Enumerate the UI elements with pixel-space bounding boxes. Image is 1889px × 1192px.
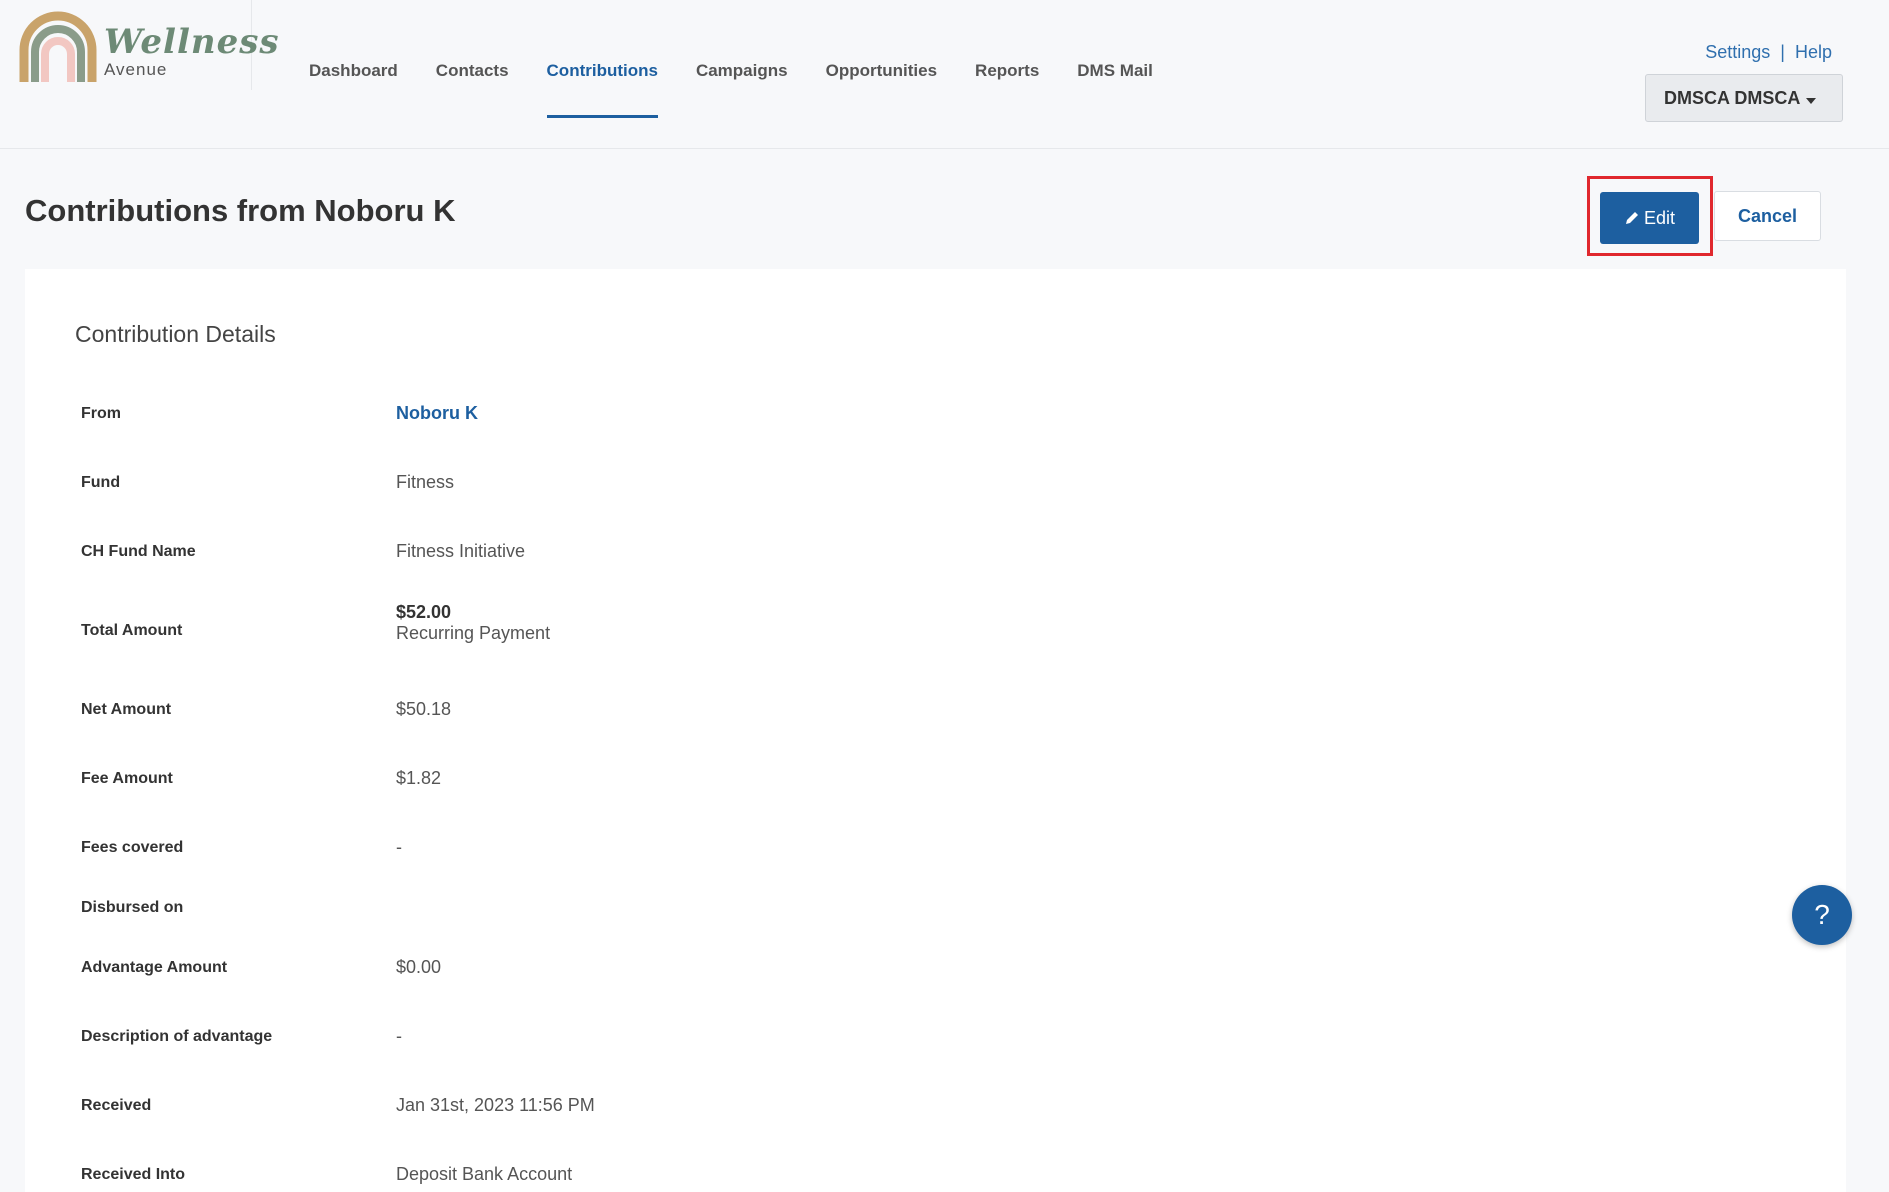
edit-button[interactable]: Edit xyxy=(1600,192,1699,244)
disbursed-label: Disbursed on xyxy=(81,899,184,916)
settings-link[interactable]: Settings xyxy=(1705,42,1770,62)
top-header: Wellness Avenue Dashboard Contacts Contr… xyxy=(0,0,1889,149)
top-links: Settings | Help xyxy=(1705,42,1832,63)
received-label: Received xyxy=(81,1097,152,1114)
total-amount-value: $52.00 Recurring Payment xyxy=(396,602,550,644)
ch-fund-label: CH Fund Name xyxy=(81,543,196,560)
advantage-desc-value: - xyxy=(396,1026,402,1046)
contribution-details-card: Contribution Details From Noboru K Fund … xyxy=(25,269,1846,1192)
nav-opportunities[interactable]: Opportunities xyxy=(807,0,956,120)
advantage-desc-label: Description of advantage xyxy=(81,1028,273,1045)
user-menu-label: DMSCA DMSCA xyxy=(1664,88,1801,108)
net-amount-value: $50.18 xyxy=(396,699,452,719)
total-amount: $52.00 xyxy=(396,602,452,622)
received-value: Jan 31st, 2023 11:56 PM xyxy=(396,1095,595,1115)
logo[interactable]: Wellness Avenue xyxy=(0,0,279,90)
cancel-button[interactable]: Cancel xyxy=(1714,191,1821,241)
from-contact-link[interactable]: Noboru K xyxy=(396,403,478,424)
link-separator: | xyxy=(1780,42,1785,62)
brand-name: Wellness xyxy=(104,22,280,62)
rainbow-logo-icon xyxy=(19,11,97,82)
nav-dms-mail[interactable]: DMS Mail xyxy=(1058,0,1172,120)
received-into-label: Received Into xyxy=(81,1166,186,1183)
fund-value: Fitness xyxy=(396,472,455,492)
advantage-amount-value: $0.00 xyxy=(396,957,442,977)
fee-amount-label: Fee Amount xyxy=(81,770,173,787)
help-fab-button[interactable]: ? xyxy=(1792,885,1852,945)
user-menu-dropdown[interactable]: DMSCA DMSCA xyxy=(1645,74,1843,122)
nav-contacts[interactable]: Contacts xyxy=(417,0,528,120)
from-label: From xyxy=(81,405,121,422)
net-amount-label: Net Amount xyxy=(81,701,172,718)
total-amount-label: Total Amount xyxy=(81,622,183,639)
fee-amount-value: $1.82 xyxy=(396,768,442,788)
edit-button-label: Edit xyxy=(1643,207,1676,228)
pencil-icon xyxy=(1625,212,1638,224)
nav-campaigns[interactable]: Campaigns xyxy=(677,0,807,120)
nav-contributions[interactable]: Contributions xyxy=(528,0,677,120)
nav-dashboard[interactable]: Dashboard xyxy=(290,0,417,120)
page-title: Contributions from Noboru K xyxy=(25,193,456,228)
main-nav: Dashboard Contacts Contributions Campaig… xyxy=(290,0,1172,120)
fees-covered-label: Fees covered xyxy=(81,839,184,856)
nav-reports[interactable]: Reports xyxy=(956,0,1058,120)
advantage-amount-label: Advantage Amount xyxy=(81,959,228,976)
help-link[interactable]: Help xyxy=(1795,42,1832,62)
total-amount-note: Recurring Payment xyxy=(396,623,551,643)
ch-fund-value: Fitness Initiative xyxy=(396,541,526,561)
received-into-value: Deposit Bank Account xyxy=(396,1164,573,1184)
fees-covered-value: - xyxy=(396,837,402,857)
card-title: Contribution Details xyxy=(75,321,276,347)
brand-subtitle: Avenue xyxy=(104,60,168,79)
fund-label: Fund xyxy=(81,474,121,491)
caret-down-icon xyxy=(1806,98,1816,104)
